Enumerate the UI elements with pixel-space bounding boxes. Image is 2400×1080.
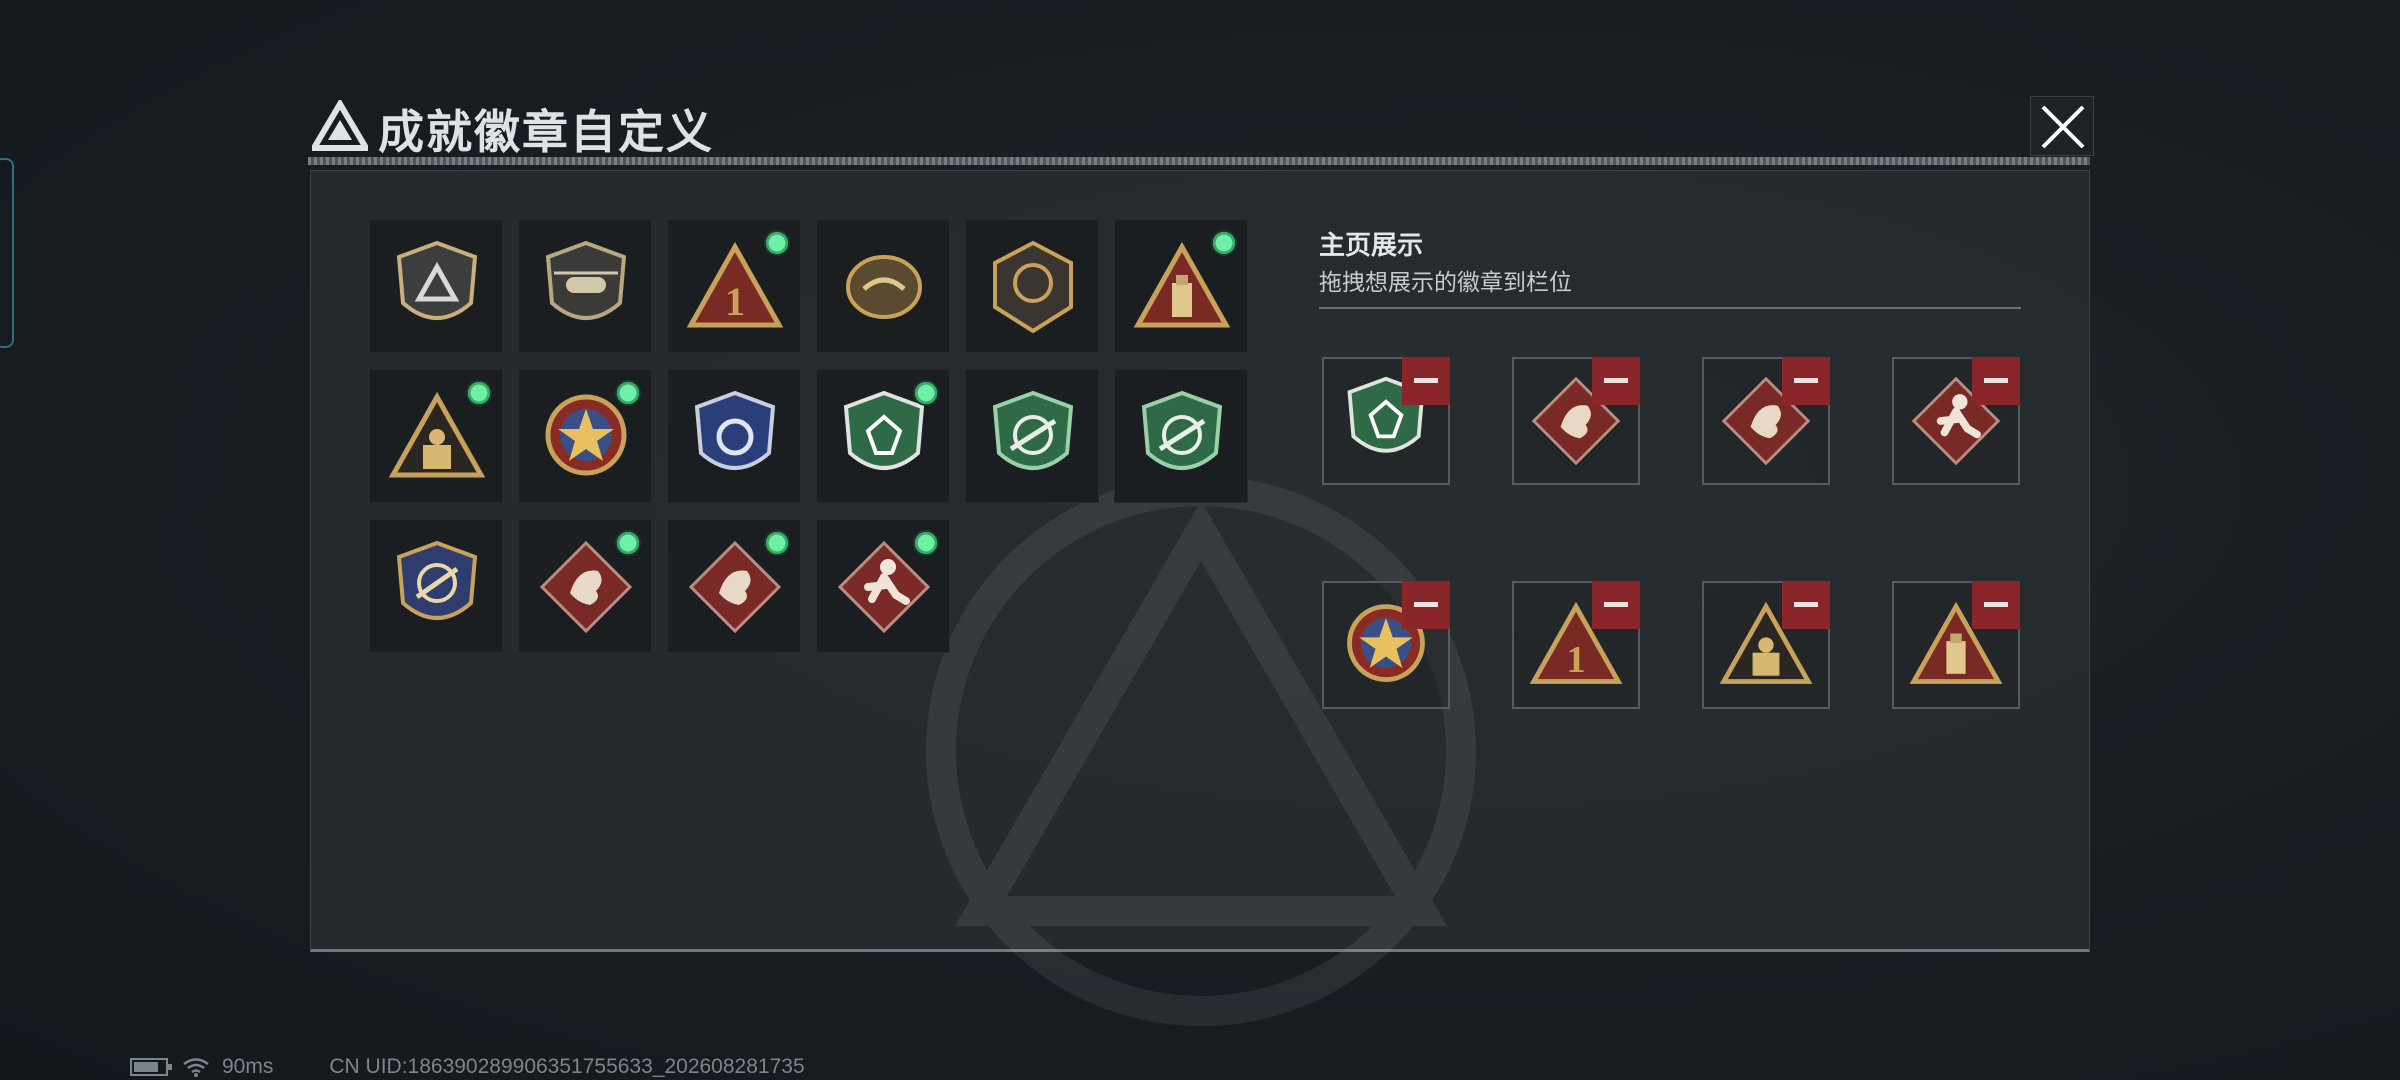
badge-cell[interactable] — [667, 519, 801, 653]
green-sniper-shield-badge-2-icon — [1141, 390, 1223, 470]
remove-badge-button[interactable] — [1402, 357, 1450, 405]
badge-cell[interactable] — [369, 519, 503, 653]
showcase-slot[interactable] — [1892, 581, 2020, 709]
modal-header: 成就徽章自定义 — [304, 92, 2094, 164]
badge-cell[interactable] — [816, 369, 950, 503]
badge-cell[interactable] — [518, 219, 652, 353]
showcase-hint: 拖拽想展示的徽章到栏位 — [1319, 270, 1572, 296]
badge-cell[interactable] — [518, 519, 652, 653]
showcase-slot[interactable] — [1322, 581, 1450, 709]
showcase-divider — [1319, 307, 2021, 309]
badge-cell[interactable]: 1 — [667, 219, 801, 353]
new-indicator-dot — [764, 530, 790, 556]
svg-text:1: 1 — [725, 279, 745, 324]
showcase-slot[interactable] — [1702, 357, 1830, 485]
gold-sniper-laurel-badge-icon — [396, 540, 478, 620]
badge-cell[interactable] — [369, 219, 503, 353]
showcase-slot[interactable] — [1322, 357, 1450, 485]
showcase-slot[interactable] — [1512, 357, 1640, 485]
delta-force-2026-badge-icon — [993, 240, 1073, 334]
new-indicator-dot — [615, 530, 641, 556]
badge-cell[interactable] — [816, 219, 950, 353]
new-indicator-dot — [466, 380, 492, 406]
new-indicator-dot — [913, 380, 939, 406]
uid-text: CN UID:186390289906351755633_20260828173… — [329, 1055, 805, 1078]
showcase-slot-grid: 1 — [1322, 357, 2020, 709]
badge-cell[interactable] — [965, 369, 1099, 503]
close-icon — [2041, 105, 2085, 149]
remove-badge-button[interactable] — [1782, 357, 1830, 405]
remove-badge-button[interactable] — [1592, 357, 1640, 405]
wifi-icon — [183, 1058, 209, 1077]
remove-badge-button[interactable] — [1972, 581, 2020, 629]
remove-badge-button[interactable] — [1972, 357, 2020, 405]
helicopter-shield-badge-icon — [545, 240, 627, 320]
status-bar: 90ms CN UID:186390289906351755633_202608… — [130, 1055, 805, 1078]
ping-readout: 90ms — [222, 1055, 274, 1078]
green-sniper-shield-badge-1-icon — [992, 390, 1074, 470]
delta-force-crest-badge-icon — [846, 255, 922, 319]
svg-text:1: 1 — [1566, 639, 1585, 681]
showcase-slot[interactable] — [1702, 581, 1830, 709]
badge-cell[interactable] — [1114, 369, 1248, 503]
remove-badge-button[interactable] — [1782, 581, 1830, 629]
silver-delta-shield-badge-icon — [396, 240, 478, 320]
delta-logo-icon — [312, 100, 368, 151]
new-indicator-dot — [615, 380, 641, 406]
badge-cell[interactable] — [369, 369, 503, 503]
showcase-title: 主页展示 — [1319, 231, 1424, 261]
showcase-slot[interactable]: 1 — [1512, 581, 1640, 709]
showcase-slot[interactable] — [1892, 357, 2020, 485]
badge-cell[interactable] — [518, 369, 652, 503]
remove-badge-button[interactable] — [1402, 581, 1450, 629]
remove-badge-button[interactable] — [1592, 581, 1640, 629]
badge-cell[interactable] — [965, 219, 1099, 353]
badge-cell[interactable] — [667, 369, 801, 503]
badge-cell[interactable] — [816, 519, 950, 653]
badge-collection-grid: 1 — [369, 219, 1248, 653]
close-button[interactable] — [2030, 96, 2094, 156]
new-indicator-dot — [913, 530, 939, 556]
header-divider — [308, 157, 2090, 165]
new-indicator-dot — [764, 230, 790, 256]
battery-icon — [130, 1058, 172, 1076]
badge-cell[interactable] — [1114, 219, 1248, 353]
side-panel-tab[interactable] — [0, 158, 14, 348]
badge-customization-panel: 1 主页展示 拖拽想展示的徽章到栏位 1 — [310, 170, 2090, 1026]
blue-police-shield-badge-icon — [694, 390, 776, 470]
new-indicator-dot — [1211, 230, 1237, 256]
modal-title: 成就徽章自定义 — [378, 105, 714, 159]
